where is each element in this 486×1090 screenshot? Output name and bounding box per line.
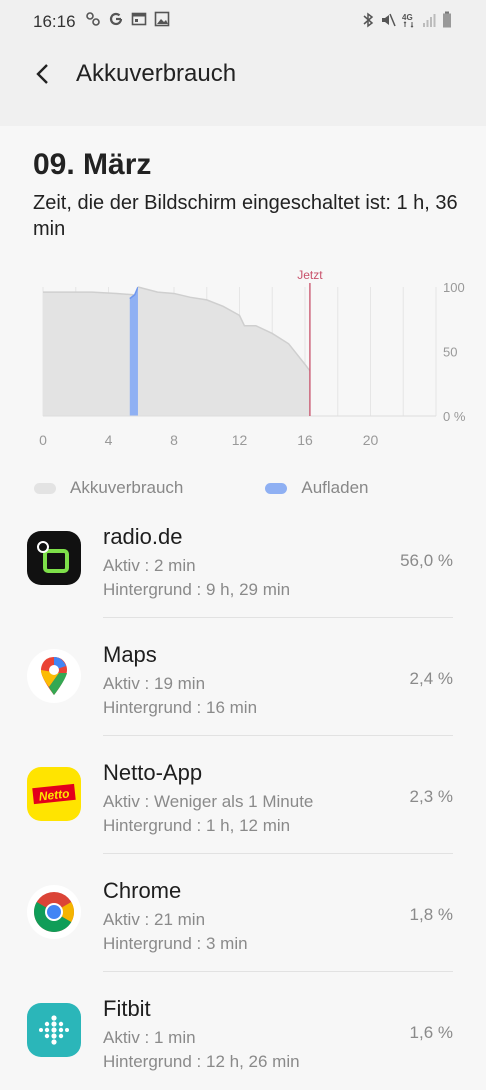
image-icon: [154, 11, 170, 27]
legend-label-usage: Akkuverbrauch: [70, 478, 184, 497]
signal-icon: [422, 12, 436, 28]
app-name: Maps: [103, 642, 157, 667]
app-name: Fitbit: [103, 996, 151, 1021]
list-item-chrome[interactable]: Chrome Aktiv : 21 min Hintergrund : 3 mi…: [0, 854, 486, 972]
netto-icon: Netto: [27, 767, 81, 821]
list-item-fitbit[interactable]: Fitbit Aktiv : 1 min Hintergrund : 12 h,…: [0, 972, 486, 1090]
legend-swatch-usage: [34, 482, 56, 494]
legend-item-charging: Aufladen: [265, 478, 369, 498]
chrome-icon: [27, 885, 81, 939]
legend-swatch-charging: [265, 482, 288, 494]
fitbit-icon: [27, 1003, 81, 1057]
y-tick-label: 100: [443, 280, 465, 295]
battery-icon: [442, 11, 452, 28]
google-icon: [108, 11, 124, 27]
back-button[interactable]: [30, 60, 58, 88]
usage-area: [43, 292, 138, 416]
app-active-time: Aktiv : 19 min: [103, 674, 206, 693]
charging-area: [129, 287, 138, 416]
battery-chart[interactable]: Jetzt 0 4 8 12 16 20 100 50 0 %: [0, 265, 486, 455]
app-active-time: Aktiv : 1 min: [103, 1028, 196, 1047]
y-tick-label: 50: [443, 345, 457, 360]
x-tick-label: 12: [232, 432, 248, 448]
notification-icons: [85, 11, 170, 27]
x-tick-label: 16: [297, 432, 313, 448]
app-name: Chrome: [103, 878, 182, 903]
page-title: Akkuverbrauch: [76, 60, 237, 87]
app-background-time: Hintergrund : 12 h, 26 min: [103, 1052, 300, 1071]
app-background-time: Hintergrund : 3 min: [103, 934, 248, 953]
chevron-left-icon: [36, 64, 48, 84]
status-bar: 16:16 4G: [0, 0, 486, 44]
legend-item-usage: Akkuverbrauch: [34, 478, 183, 498]
date-heading: 09. März: [33, 148, 152, 181]
app-background-time: Hintergrund : 9 h, 29 min: [103, 580, 291, 599]
maps-icon: [27, 649, 81, 703]
app-active-time: Aktiv : Weniger als 1 Minute: [103, 792, 314, 811]
chart-legend: Akkuverbrauch Aufladen: [34, 478, 451, 498]
app-name: Netto-App: [103, 760, 203, 785]
app-active-time: Aktiv : 21 min: [103, 910, 206, 929]
app-percent: 2,4 %: [409, 669, 453, 688]
app-active-time: Aktiv : 2 min: [103, 556, 196, 575]
y-tick-label: 0 %: [443, 409, 466, 424]
list-item-radio-de[interactable]: radio.de Aktiv : 2 min Hintergrund : 9 h…: [0, 500, 486, 618]
app-background-time: Hintergrund : 1 h, 12 min: [103, 816, 291, 835]
app-background-time: Hintergrund : 16 min: [103, 698, 258, 717]
4g-icon: 4G: [402, 12, 416, 28]
calendar-icon: [131, 11, 147, 27]
app-percent: 56,0 %: [400, 551, 453, 570]
app-bar: Akkuverbrauch: [0, 44, 486, 126]
legend-label-charging: Aufladen: [301, 478, 369, 497]
x-tick-label: 4: [105, 432, 113, 448]
app-percent: 1,6 %: [409, 1023, 453, 1042]
app-percent: 1,8 %: [409, 905, 453, 924]
x-tick-label: 8: [170, 432, 178, 448]
bluetooth-icon: [362, 12, 374, 28]
app-name: radio.de: [103, 524, 183, 549]
x-tick-label: 20: [363, 432, 379, 448]
list-item-netto-app[interactable]: Netto Netto-App Aktiv : Weniger als 1 Mi…: [0, 736, 486, 854]
screen-on-time: Zeit, die der Bildschirm eingeschaltet i…: [33, 192, 458, 240]
link-icon: [85, 11, 101, 27]
radio-de-icon: [27, 531, 81, 585]
app-percent: 2,3 %: [409, 787, 453, 806]
x-tick-label: 0: [39, 432, 47, 448]
list-item-maps[interactable]: Maps Aktiv : 19 min Hintergrund : 16 min…: [0, 618, 486, 736]
netto-logo-text: Netto: [38, 786, 70, 803]
svg-text:4G: 4G: [402, 13, 413, 22]
mute-icon: [380, 12, 396, 28]
status-time: 16:16: [33, 12, 76, 31]
system-icons: 4G: [362, 11, 452, 28]
app-usage-list: radio.de Aktiv : 2 min Hintergrund : 9 h…: [0, 500, 486, 1090]
now-label: Jetzt: [297, 268, 323, 282]
